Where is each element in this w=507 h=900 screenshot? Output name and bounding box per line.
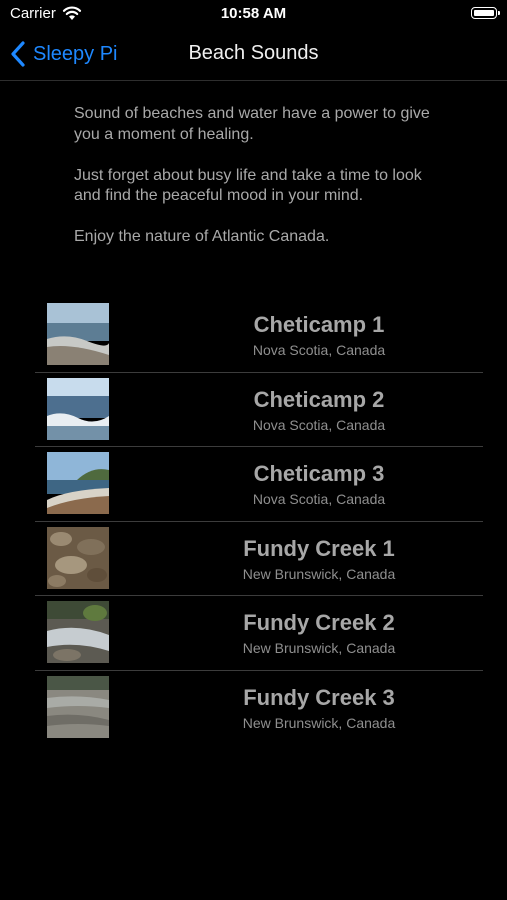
item-title: Fundy Creek 2: [243, 610, 395, 635]
item-subtitle: Nova Scotia, Canada: [252, 342, 386, 358]
battery-icon: [471, 7, 500, 19]
creek-thumbnail: [47, 526, 109, 589]
list-item-fundy-creek-3[interactable]: Fundy Creek 3 New Brunswick, Canada: [35, 671, 483, 745]
item-title: Cheticamp 1: [253, 312, 385, 337]
status-bar: Carrier 10:58 AM: [0, 0, 507, 30]
list-item-cheticamp-3[interactable]: Cheticamp 3 Nova Scotia, Canada: [35, 447, 483, 522]
page-title: Beach Sounds: [188, 42, 319, 64]
creek-thumbnail: [47, 601, 109, 663]
intro-paragraph: Just forget about busy life and take a t…: [74, 166, 422, 205]
item-title: Cheticamp 2: [253, 386, 385, 412]
creek-thumbnail: [47, 675, 109, 738]
status-time: 10:58 AM: [220, 5, 287, 22]
intro-paragraph: Sound of beaches and water have a power …: [74, 105, 430, 143]
item-subtitle: New Brunswick, Canada: [242, 640, 396, 656]
list-item-cheticamp-2[interactable]: Cheticamp 2 Nova Scotia, Canada: [35, 373, 483, 447]
list-item-fundy-creek-1[interactable]: Fundy Creek 1 New Brunswick, Canada: [35, 522, 483, 596]
list-item-cheticamp-1[interactable]: Cheticamp 1 Nova Scotia, Canada: [35, 298, 483, 373]
item-title: Fundy Creek 1: [243, 535, 395, 561]
beach-thumbnail: [47, 303, 109, 365]
list-item-fundy-creek-2[interactable]: Fundy Creek 2 New Brunswick, Canada: [35, 596, 483, 671]
beach-thumbnail: [47, 452, 109, 514]
intro-text: Sound of beaches and water have a power …: [74, 104, 444, 268]
item-subtitle: New Brunswick, Canada: [242, 565, 396, 582]
item-subtitle: New Brunswick, Canada: [242, 714, 396, 731]
sound-list: Cheticamp 1 Nova Scotia, Canada Cheticam…: [35, 298, 483, 744]
intro-paragraph: Enjoy the nature of Atlantic Canada.: [74, 228, 330, 245]
item-title: Cheticamp 3: [253, 461, 385, 486]
item-title: Fundy Creek 3: [243, 684, 395, 710]
item-subtitle: Nova Scotia, Canada: [252, 491, 386, 507]
navigation-bar: Sleepy Pi Beach Sounds: [0, 30, 507, 81]
beach-thumbnail: [47, 377, 109, 440]
item-subtitle: Nova Scotia, Canada: [252, 416, 386, 433]
